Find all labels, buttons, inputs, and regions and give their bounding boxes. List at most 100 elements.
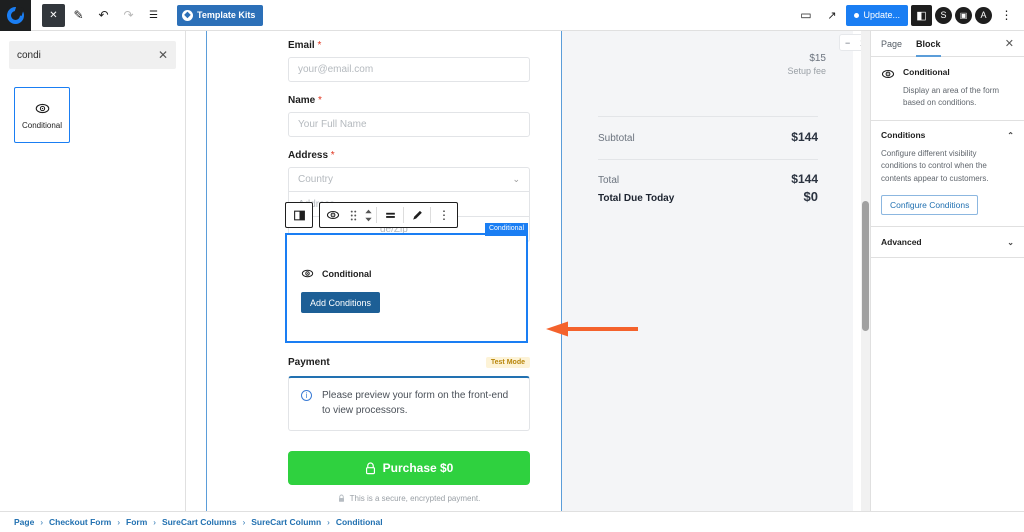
add-conditions-button[interactable]: Add Conditions <box>301 292 380 313</box>
total-due-today-value: $0 <box>804 189 818 204</box>
total-value: $144 <box>791 172 818 186</box>
close-editor-button[interactable]: ✕ <box>42 4 65 27</box>
purchase-button[interactable]: Purchase $0 <box>288 451 530 485</box>
astra-button[interactable]: A <box>975 7 992 24</box>
wordpress-logo[interactable] <box>0 0 31 31</box>
total-label: Total <box>598 175 619 186</box>
topbar-left-tools: ✕ ✎ ↶ ↷ ☰ ◆ Template Kits <box>31 4 263 27</box>
name-required-mark: * <box>318 95 322 106</box>
email-label-text: Email <box>288 40 315 51</box>
breadcrumb-item-surecart-columns[interactable]: SureCart Columns <box>162 517 237 527</box>
edit-style-button[interactable] <box>404 203 430 227</box>
subtotal-value: $144 <box>791 130 818 144</box>
conditional-block-button[interactable] <box>320 203 346 227</box>
sidebar-block-title-row: Conditional <box>881 67 1014 81</box>
surecart-button[interactable]: S <box>935 7 952 24</box>
inserter-results-grid: Conditional <box>0 69 185 143</box>
align-button[interactable] <box>377 203 403 227</box>
tab-block[interactable]: Block <box>916 31 941 57</box>
eye-icon <box>35 101 50 116</box>
tab-page[interactable]: Page <box>881 31 902 57</box>
email-required-mark: * <box>317 40 321 51</box>
payment-title: Payment <box>288 357 330 368</box>
edit-pencil-icon: ✎ <box>73 8 83 22</box>
conditional-block[interactable]: Conditional Conditional Add Conditions <box>285 233 528 343</box>
setup-fee-amount: $15 <box>787 53 826 64</box>
breadcrumb-separator: › <box>153 518 156 527</box>
breadcrumb-item-surecart-column[interactable]: SureCart Column <box>251 517 321 527</box>
surecart-icon: S <box>940 10 946 20</box>
inserter-item-label: Conditional <box>22 121 62 130</box>
breadcrumb-item-checkout-form[interactable]: Checkout Form <box>49 517 111 527</box>
search-input[interactable] <box>17 50 158 61</box>
search-field[interactable]: ✕ <box>9 41 176 69</box>
breadcrumb: Page › Checkout Form › Form › SureCart C… <box>0 511 1024 532</box>
email-input[interactable]: your@email.com <box>288 57 530 82</box>
editor-topbar: ✕ ✎ ↶ ↷ ☰ ◆ Template Kits ▭ <box>0 0 1024 31</box>
parent-block-group <box>285 202 313 228</box>
more-options-button[interactable]: ⋮ <box>995 4 1018 27</box>
payment-notice-box: i Please preview your form on the front-… <box>288 376 530 431</box>
align-icon <box>384 209 397 222</box>
breadcrumb-item-form[interactable]: Form <box>126 517 147 527</box>
breadcrumb-separator: › <box>243 518 246 527</box>
view-external-button[interactable]: ↗ <box>820 4 843 27</box>
clear-search-icon[interactable]: ✕ <box>158 49 168 61</box>
payment-notice-text: Please preview your form on the front-en… <box>322 389 517 418</box>
summary-row-due-today: Total Due Today $0 <box>598 189 818 204</box>
name-input[interactable]: Your Full Name <box>288 112 530 137</box>
eye-icon <box>326 208 340 222</box>
purchase-button-label: Purchase $0 <box>383 461 454 475</box>
camera-button[interactable]: ▣ <box>955 7 972 24</box>
drag-handle-button[interactable] <box>346 203 360 227</box>
redo-button[interactable]: ↷ <box>117 4 140 27</box>
update-button[interactable]: Update... <box>846 5 908 26</box>
conditions-panel-header[interactable]: Conditions ⌃ <box>881 130 1014 140</box>
edit-pencil-button[interactable]: ✎ <box>67 4 90 27</box>
canvas-scrollbar-track[interactable] <box>861 31 870 511</box>
eye-icon <box>301 267 314 280</box>
close-sidebar-icon[interactable]: ✕ <box>1005 37 1014 50</box>
sidebar-toggle-icon: ◧ <box>916 9 926 22</box>
column-block-button[interactable] <box>286 203 312 227</box>
secure-note-text: This is a secure, encrypted payment. <box>350 494 481 503</box>
undo-button[interactable]: ↶ <box>92 4 115 27</box>
address-label-text: Address <box>288 150 328 161</box>
summary-row-subtotal: Subtotal $144 <box>598 130 818 144</box>
settings-sidebar-toggle[interactable]: ◧ <box>911 5 932 26</box>
breadcrumb-item-conditional: Conditional <box>336 517 383 527</box>
conditional-block-title: Conditional <box>322 269 372 279</box>
edit-pencil-icon <box>411 209 424 222</box>
subtotal-label: Subtotal <box>598 133 635 144</box>
conditions-panel-title: Conditions <box>881 130 925 140</box>
order-summary-panel <box>562 31 853 511</box>
country-select[interactable]: Country ⌄ <box>288 167 530 192</box>
preview-desktop-button[interactable]: ▭ <box>794 4 817 27</box>
block-options-button[interactable]: ⋮ <box>431 203 457 227</box>
payment-header: Payment Test Mode <box>288 357 530 368</box>
camera-icon: ▣ <box>960 11 968 20</box>
wordpress-logo-icon <box>7 7 24 24</box>
list-view-icon: ☰ <box>149 10 158 21</box>
configure-conditions-button[interactable]: Configure Conditions <box>881 195 978 215</box>
column-divider-left <box>206 31 207 511</box>
lock-icon <box>338 494 345 503</box>
country-placeholder: Country <box>298 174 333 185</box>
editor-canvas: Email * your@email.com Name * Your Full … <box>186 31 870 511</box>
conditional-block-inner: Conditional Add Conditions <box>287 235 526 313</box>
move-block-button[interactable] <box>360 203 376 227</box>
email-field-label: Email * <box>288 40 530 51</box>
test-mode-badge: Test Mode <box>486 357 530 368</box>
document-overview-button[interactable]: ☰ <box>142 4 165 27</box>
breadcrumb-item-page[interactable]: Page <box>14 517 34 527</box>
inserter-item-conditional[interactable]: Conditional <box>14 87 70 143</box>
address-required-mark: * <box>331 150 335 161</box>
name-field-label: Name * <box>288 95 530 106</box>
template-kits-button[interactable]: ◆ Template Kits <box>177 5 263 26</box>
column-block-icon <box>293 209 306 222</box>
block-inserter-panel: ✕ Conditional <box>0 31 186 511</box>
canvas-scrollbar-thumb[interactable] <box>862 201 869 331</box>
advanced-panel-header[interactable]: Advanced ⌄ <box>871 227 1024 258</box>
quantity-minus-button[interactable]: − <box>845 38 850 48</box>
address-field-label: Address * <box>288 150 530 161</box>
